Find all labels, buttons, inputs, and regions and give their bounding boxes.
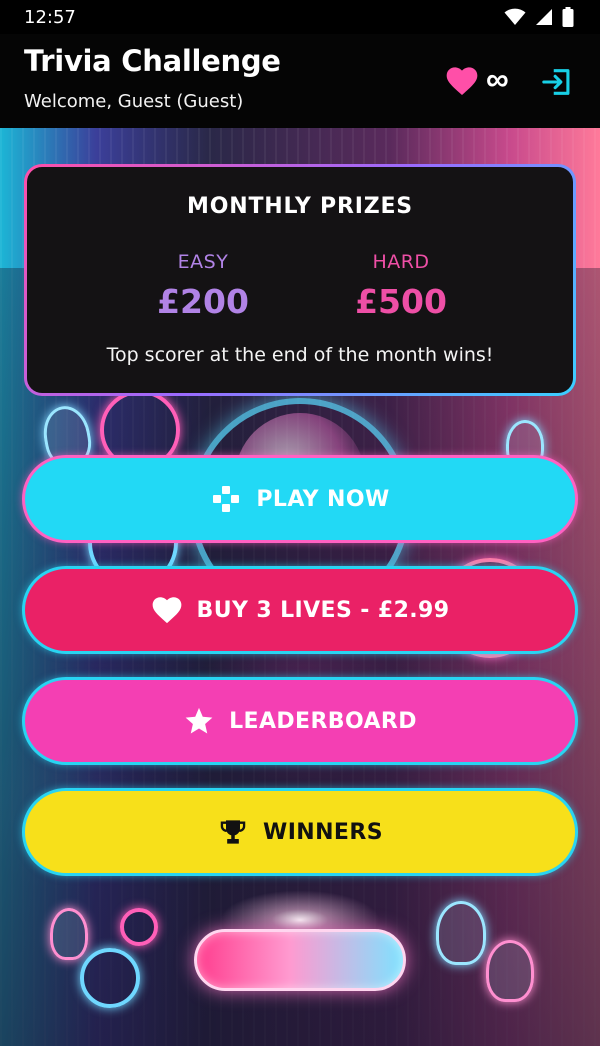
buy-lives-label: BUY 3 LIVES - £2.99 [196,597,450,623]
heart-icon [151,594,183,626]
trophy-icon [217,816,249,848]
status-bar: 12:57 [0,0,600,34]
wifi-icon [504,8,526,25]
heart-icon [446,67,478,95]
easy-label: EASY [177,251,229,273]
leaderboard-button[interactable]: LEADERBOARD [22,677,578,765]
logout-button[interactable] [541,65,577,101]
play-now-label: PLAY NOW [256,486,390,512]
background-go-button-art [194,929,406,991]
welcome-text: Welcome, Guest (Guest) [24,91,244,112]
battery-icon [562,7,574,27]
app-title: Trivia Challenge [24,44,281,78]
lives-count: ∞ [486,61,509,97]
easy-amount: £200 [157,282,249,321]
buy-lives-button[interactable]: BUY 3 LIVES - £2.99 [22,566,578,654]
lives-indicator: ∞ [446,61,509,97]
winners-button[interactable]: WINNERS [22,788,578,876]
signal-icon [536,9,552,25]
star-icon [183,705,215,737]
status-time: 12:57 [24,6,76,28]
hard-amount: £500 [355,282,447,321]
status-icons [504,7,574,27]
winners-label: WINNERS [263,819,383,845]
hard-label: HARD [372,251,430,273]
app-bar: Trivia Challenge Welcome, Guest (Guest) … [0,34,600,128]
hard-prize: HARD £500 [311,251,491,321]
monthly-prizes-card: MONTHLY PRIZES EASY £200 HARD £500 Top s… [24,164,576,396]
play-now-button[interactable]: PLAY NOW [22,455,578,543]
prizes-footer: Top scorer at the end of the month wins! [106,344,494,366]
logout-icon [542,69,570,95]
gamepad-icon [210,483,242,515]
prizes-title: MONTHLY PRIZES [187,194,413,219]
leaderboard-label: LEADERBOARD [229,708,417,734]
easy-prize: EASY £200 [113,251,293,321]
